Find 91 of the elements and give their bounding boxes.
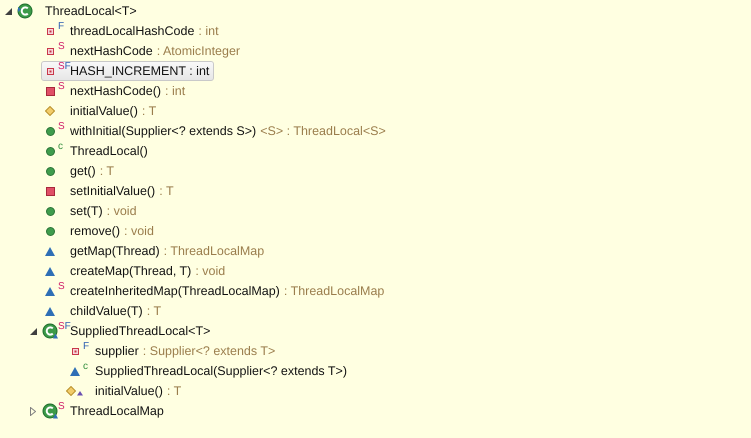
hollow-square-icon [46, 48, 54, 54]
tree-item[interactable]: get() : T [41, 161, 120, 181]
modifier-label: F [64, 322, 71, 332]
diamond-with-triangle-icon [66, 386, 84, 396]
modifier-label: c [58, 142, 63, 152]
member-type: : T [142, 102, 156, 120]
member-name: set(T) [70, 202, 103, 220]
member-name: getMap(Thread) [70, 242, 160, 260]
class-icon [17, 3, 33, 19]
member-name: createInheritedMap(ThreadLocalMap) [70, 282, 280, 300]
triangle-icon [45, 266, 55, 276]
tree-item[interactable]: set(T) : void [41, 201, 142, 221]
tree-item[interactable]: setInitialValue() : T [41, 181, 179, 201]
tree-item[interactable]: childValue(T) : T [41, 301, 166, 321]
member-name: nextHashCode [70, 42, 153, 60]
member-name: ThreadLocalMap [70, 402, 164, 420]
member-name: HASH_INCREMENT : int [70, 64, 210, 80]
modifier-label: F [58, 22, 64, 32]
member-name: SuppliedThreadLocal<T> [70, 324, 210, 340]
modifier-label: c [83, 362, 88, 372]
dot-icon [46, 146, 54, 156]
modifier-label: F [83, 342, 90, 352]
dot-icon [46, 226, 54, 236]
member-name: ThreadLocal<T> [45, 2, 137, 20]
tree-item[interactable]: F supplier : Supplier<? extends T> [66, 341, 280, 361]
member-type: <S> : ThreadLocal<S> [260, 122, 386, 140]
tree-item[interactable]: initialValue() : T [41, 101, 162, 121]
member-type: : ThreadLocalMap [164, 242, 264, 260]
modifier-label: F [64, 62, 71, 72]
modifier-label: S [58, 122, 65, 132]
member-name: setInitialValue() [70, 182, 156, 200]
expanded-arrow-icon [30, 328, 36, 334]
member-name: SuppliedThreadLocal(Supplier<? extends T>) [95, 362, 348, 380]
modifier-label: S [58, 62, 65, 72]
member-name: threadLocalHashCode [70, 22, 194, 40]
member-name: withInitial(Supplier<? extends S>) [70, 122, 256, 140]
hollow-square-icon [46, 68, 54, 74]
diamond-icon [45, 106, 55, 116]
collapsed-arrow-icon [30, 406, 36, 416]
member-type: : Supplier<? extends T> [142, 342, 276, 360]
tree-item[interactable]: getMap(Thread) : ThreadLocalMap [41, 241, 270, 261]
square-icon [46, 86, 54, 96]
member-type: : T [159, 182, 174, 200]
modifier-label: S [58, 42, 65, 52]
modifier-label: S [58, 322, 65, 332]
member-name: get() [70, 162, 96, 180]
square-icon [46, 186, 54, 196]
triangle-icon [45, 306, 55, 316]
tree-item[interactable]: S nextHashCode() : int [41, 81, 190, 101]
member-type: : void [106, 202, 137, 220]
tree-item[interactable]: S ThreadLocalMap [41, 401, 169, 421]
member-name: ThreadLocal() [70, 142, 148, 160]
member-type: : T [146, 302, 162, 320]
tree-item[interactable]: S createInheritedMap(ThreadLocalMap) : ThreadLocalMap [41, 281, 390, 301]
triangle-icon [70, 366, 80, 376]
tree-item[interactable]: S withInitial(Supplier<? extends S>) <S> : ThreadLocal<S> [41, 121, 391, 141]
tree-item[interactable]: S nextHashCode : AtomicInteger [41, 41, 246, 61]
tree-item[interactable]: c ThreadLocal() [41, 141, 153, 161]
triangle-icon [45, 286, 55, 296]
tree-item[interactable]: createMap(Thread, T) : void [41, 261, 230, 281]
triangle-icon [45, 246, 55, 256]
member-name: initialValue() [70, 102, 138, 120]
tree-item[interactable]: initialValue() : T [66, 381, 186, 401]
member-name: nextHashCode() [70, 82, 162, 100]
dot-icon [46, 126, 54, 136]
expand-toggle[interactable] [27, 405, 39, 417]
member-type: : int [198, 22, 219, 40]
tree-item[interactable]: c SuppliedThreadLocal(Supplier<? extends T>) [66, 361, 352, 381]
member-name: remove() [70, 222, 120, 240]
member-type: : ThreadLocalMap [284, 282, 384, 300]
member-type: : T [166, 382, 182, 400]
member-name: childValue(T) [70, 302, 143, 320]
member-type: : int [165, 82, 186, 100]
member-type: : AtomicInteger [156, 42, 240, 60]
member-name: initialValue() [95, 382, 163, 400]
hollow-square-icon [72, 348, 78, 354]
hollow-square-icon [46, 28, 54, 34]
expanded-arrow-icon [4, 8, 12, 14]
dot-icon [46, 166, 54, 176]
tree-item[interactable]: remove() : void [41, 221, 159, 241]
modifier-label: S [58, 82, 65, 92]
modifier-label: S [58, 282, 65, 292]
dot-icon [46, 206, 54, 216]
modifier-label: S [58, 402, 65, 412]
tree-item[interactable]: F threadLocalHashCode : int [41, 21, 224, 41]
member-name: supplier [95, 342, 139, 360]
member-type: : T [100, 162, 114, 180]
member-name: createMap(Thread, T) [70, 262, 192, 280]
member-type: : void [124, 222, 154, 240]
member-type: : void [195, 262, 226, 280]
tree-item[interactable]: ThreadLocal<T> [16, 1, 142, 21]
